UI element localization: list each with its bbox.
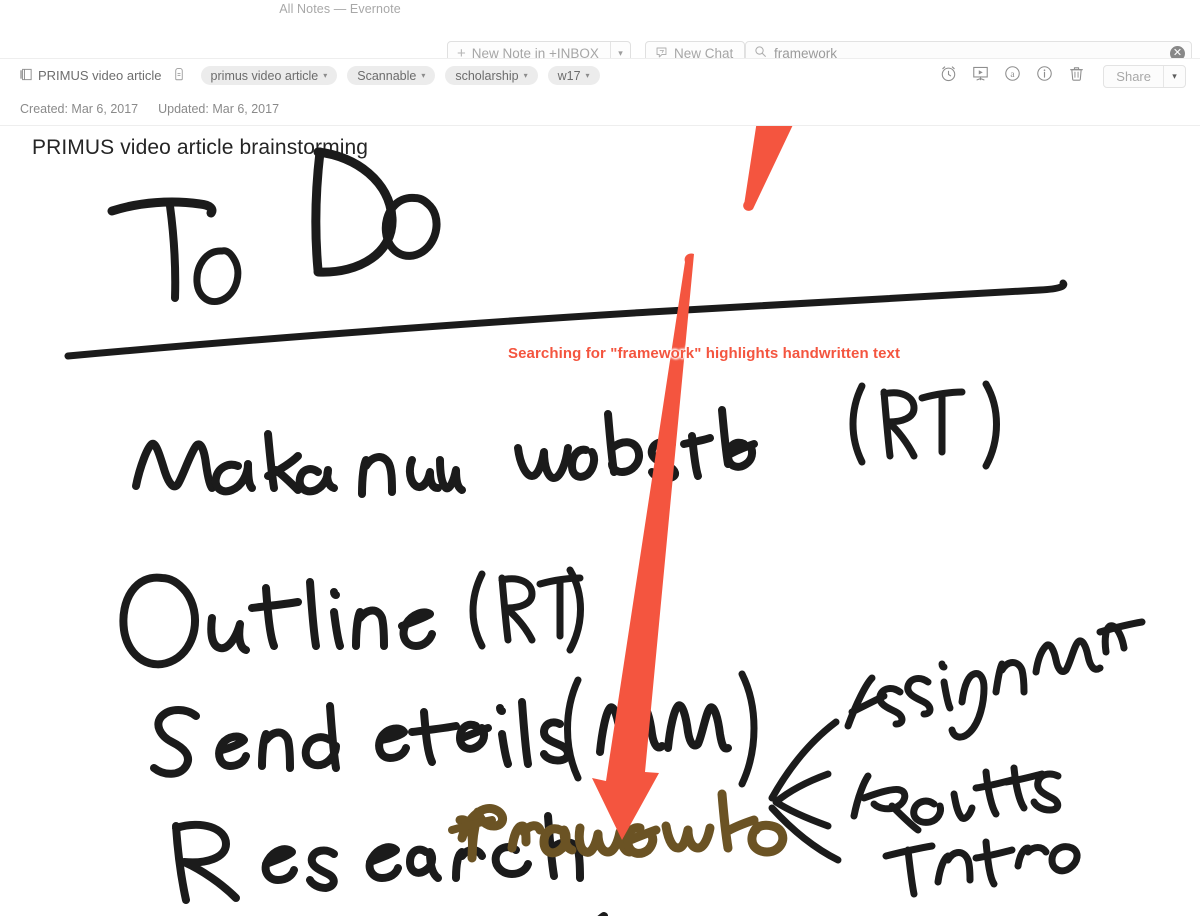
trash-icon[interactable] xyxy=(1067,64,1086,88)
tag-chip-3[interactable]: w17 ▾ xyxy=(547,66,600,85)
note-header-bar: PRIMUS video article primus video articl… xyxy=(0,58,1200,92)
handwriting-rt-1 xyxy=(849,380,1000,470)
handwriting-outline xyxy=(119,573,436,669)
handwriting-rt-2 xyxy=(469,566,584,654)
handwriting-to-do xyxy=(107,147,441,306)
handwriting-mm xyxy=(564,670,758,788)
handwritten-note-image: .ink { fill:none; stroke:#1b1b1b; stroke… xyxy=(64,147,1146,916)
chevron-down-icon[interactable]: ▾ xyxy=(586,71,590,80)
handwriting-research xyxy=(172,812,584,904)
notebook-icon xyxy=(20,68,32,84)
handwriting-branch-list xyxy=(768,618,1146,898)
info-icon[interactable] xyxy=(1035,64,1054,88)
window-title: All Notes — Evernote xyxy=(279,2,401,16)
chevron-down-icon[interactable]: ▾ xyxy=(421,71,425,80)
svg-text:a: a xyxy=(1011,70,1016,80)
tag-label: scholarship xyxy=(455,68,519,83)
note-action-bar: a Share ▾ xyxy=(939,59,1186,93)
tag-label: Scannable xyxy=(357,68,417,83)
reminder-icon[interactable] xyxy=(939,64,958,88)
main-toolbar: + New Note in +INBOX ▾ New Chat framewor… xyxy=(0,18,1200,66)
window-titlebar: All Notes — Evernote xyxy=(0,0,1200,18)
note-body[interactable]: PRIMUS video article brainstorming .ink … xyxy=(0,126,1200,916)
tag-label: w17 xyxy=(557,68,581,83)
note-dates-row: Created: Mar 6, 2017 Updated: Mar 6, 201… xyxy=(0,92,1200,126)
chevron-down-icon[interactable]: ▾ xyxy=(323,71,327,80)
evernote-window: All Notes — Evernote + New Note in +INBO… xyxy=(0,0,1200,916)
notebook-name: PRIMUS video article xyxy=(38,68,162,83)
chevron-down-icon[interactable]: ▾ xyxy=(1164,66,1185,87)
handwriting-make-new xyxy=(132,430,466,498)
tag-chip-0[interactable]: primus video article ▾ xyxy=(200,66,338,85)
chevron-down-icon[interactable]: ▾ xyxy=(524,71,528,80)
updated-date: Updated: Mar 6, 2017 xyxy=(158,101,280,116)
handwriting-website xyxy=(514,406,758,483)
share-label: Share xyxy=(1116,68,1151,84)
presentation-icon[interactable] xyxy=(971,64,990,88)
note-info-icon[interactable] xyxy=(173,67,185,84)
annotation-caption: Searching for "framework" highlights han… xyxy=(508,345,901,362)
tag-list: primus video article ▾ Scannable ▾ schol… xyxy=(200,66,600,85)
notebook-breadcrumb[interactable]: PRIMUS video article xyxy=(20,67,185,84)
tag-chip-1[interactable]: Scannable ▾ xyxy=(347,66,436,85)
annotate-icon[interactable]: a xyxy=(1003,64,1022,88)
handwriting-send-details xyxy=(150,698,572,778)
created-date: Created: Mar 6, 2017 xyxy=(20,101,139,116)
tag-label: primus video article xyxy=(210,68,319,83)
share-button[interactable]: Share ▾ xyxy=(1103,64,1186,88)
tag-chip-2[interactable]: scholarship ▾ xyxy=(445,66,538,85)
